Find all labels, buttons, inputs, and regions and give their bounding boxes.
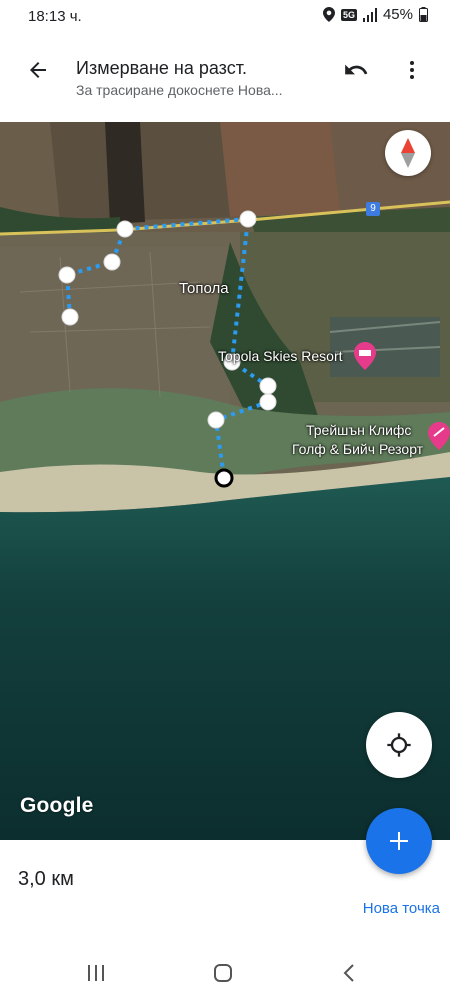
location-icon xyxy=(322,7,335,22)
distance-value: 3,0 км xyxy=(18,868,74,890)
route-point[interactable] xyxy=(259,393,277,411)
place-label-topola[interactable]: Топола xyxy=(179,280,229,297)
app-bar: Измерване на разст. За трасиране докосне… xyxy=(0,34,450,122)
add-point-link[interactable]: Нова точка xyxy=(363,900,440,917)
home-icon xyxy=(214,964,232,982)
compass-icon xyxy=(401,138,415,168)
route-point[interactable] xyxy=(58,266,76,284)
battery-text: 45% xyxy=(382,6,413,23)
undo-button[interactable] xyxy=(334,48,378,92)
poi-label-topola-skies[interactable]: Topola Skies Resort xyxy=(218,348,343,364)
back-button[interactable] xyxy=(16,48,60,92)
route-point[interactable] xyxy=(207,411,225,429)
page-subtitle: За трасиране докоснете Нова... xyxy=(76,82,283,98)
back-icon xyxy=(343,964,354,982)
more-options-button[interactable] xyxy=(390,48,434,92)
more-vert-icon xyxy=(410,61,414,79)
golf-pin-icon[interactable] xyxy=(428,422,450,450)
battery-icon xyxy=(419,7,428,22)
poi-label-thracian-cliffs-2[interactable]: Голф & Бийч Резорт xyxy=(292,441,423,457)
status-time: 18:13 ч. xyxy=(28,8,82,25)
compass-button[interactable] xyxy=(385,130,431,176)
network-5g-icon: 5G xyxy=(340,8,357,21)
route-point[interactable] xyxy=(259,377,277,395)
recent-apps-icon xyxy=(88,965,104,981)
google-watermark: Google xyxy=(20,794,94,817)
system-nav-bar xyxy=(0,940,450,1000)
nav-back-button[interactable] xyxy=(329,958,369,988)
home-button[interactable] xyxy=(203,958,243,988)
status-icons: 5G 45% xyxy=(322,6,428,23)
my-location-button[interactable] xyxy=(366,712,432,778)
route-point[interactable] xyxy=(61,308,79,326)
my-location-icon xyxy=(387,733,411,757)
signal-icon xyxy=(362,7,377,22)
page-title: Измерване на разст. xyxy=(76,58,247,78)
route-point[interactable] xyxy=(116,220,134,238)
recent-apps-button[interactable] xyxy=(76,958,116,988)
hotel-pin-icon[interactable] xyxy=(354,342,376,370)
route-point[interactable] xyxy=(103,253,121,271)
plus-icon xyxy=(390,832,408,850)
add-point-button[interactable] xyxy=(366,808,432,874)
back-arrow-icon xyxy=(30,62,46,78)
road-badge: 9 xyxy=(366,202,380,216)
undo-icon xyxy=(345,64,368,75)
route-point[interactable] xyxy=(239,210,257,228)
status-bar: 18:13 ч. 5G 45% xyxy=(0,0,450,34)
poi-label-thracian-cliffs-1[interactable]: Трейшън Клифс xyxy=(306,422,411,438)
route-end-point[interactable] xyxy=(214,468,234,488)
